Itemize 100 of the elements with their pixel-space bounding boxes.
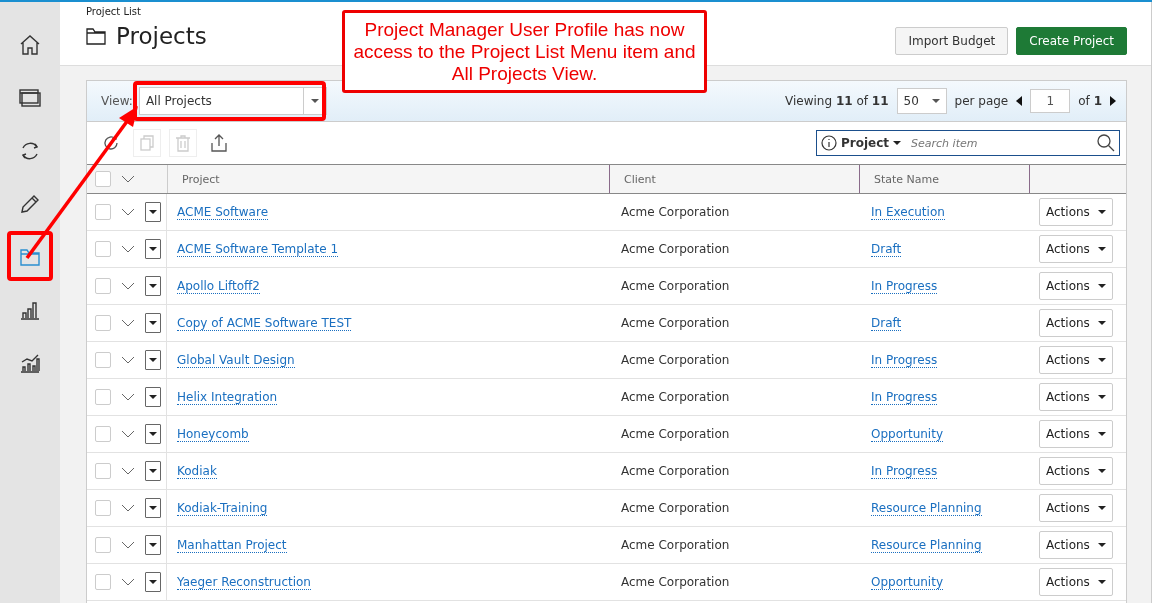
chevron-down-icon[interactable] xyxy=(121,578,135,586)
chevron-down-icon[interactable] xyxy=(121,356,135,364)
row-checkbox[interactable] xyxy=(95,241,111,257)
project-link[interactable]: ACME Software Template 1 xyxy=(177,241,339,257)
breadcrumb[interactable]: Project List xyxy=(86,6,207,17)
row-checkbox[interactable] xyxy=(95,352,111,368)
next-page-icon[interactable] xyxy=(1110,96,1116,106)
state-link[interactable]: Draft xyxy=(871,315,902,331)
chevron-down-icon[interactable] xyxy=(121,319,135,327)
state-link[interactable]: In Progress xyxy=(871,389,938,405)
row-menu-button[interactable] xyxy=(145,313,161,333)
row-menu-button[interactable] xyxy=(145,350,161,370)
actions-dropdown[interactable]: Actions xyxy=(1039,272,1113,300)
project-link[interactable]: Apollo Liftoff2 xyxy=(177,278,260,294)
actions-dropdown[interactable]: Actions xyxy=(1039,383,1113,411)
project-link[interactable]: Copy of ACME Software TEST xyxy=(177,315,352,331)
actions-dropdown[interactable]: Actions xyxy=(1039,457,1113,485)
state-link[interactable]: Opportunity xyxy=(871,574,943,590)
column-header[interactable]: Client xyxy=(624,172,656,186)
per-page-dropdown[interactable]: 50 xyxy=(896,88,947,114)
project-link[interactable]: Kodiak-Training xyxy=(177,500,268,516)
trash-icon xyxy=(173,133,193,153)
actions-dropdown[interactable]: Actions xyxy=(1039,198,1113,226)
chevron-down-icon[interactable] xyxy=(121,245,135,253)
state-link[interactable]: In Execution xyxy=(871,204,945,220)
row-checkbox[interactable] xyxy=(95,426,111,442)
row-checkbox[interactable] xyxy=(95,500,111,516)
import-button[interactable]: Import Budget xyxy=(895,26,1009,55)
per-page-label: per page xyxy=(954,94,1009,108)
state-link[interactable]: Draft xyxy=(871,241,902,257)
state-link[interactable]: In Progress xyxy=(871,278,938,294)
row-menu-button[interactable] xyxy=(145,239,161,259)
info-icon xyxy=(821,135,837,151)
view-dropdown[interactable]: All Projects xyxy=(138,87,327,115)
row-menu-button[interactable] xyxy=(145,498,161,518)
state-link[interactable]: In Progress xyxy=(871,463,938,479)
client-cell: Acme Corporation xyxy=(621,353,730,367)
row-checkbox[interactable] xyxy=(95,389,111,405)
state-link[interactable]: Resource Planning xyxy=(871,537,982,553)
row-checkbox[interactable] xyxy=(95,463,111,479)
create-button[interactable]: Create Project xyxy=(1016,26,1127,55)
project-link[interactable]: ACME Software xyxy=(177,204,269,220)
chevron-down-icon[interactable] xyxy=(121,467,135,475)
client-cell: Acme Corporation xyxy=(621,390,730,404)
upload-icon xyxy=(209,133,229,153)
actions-dropdown[interactable]: Actions xyxy=(1039,568,1113,596)
row-menu-button[interactable] xyxy=(145,202,161,222)
folder-icon xyxy=(86,27,106,45)
chevron-down-icon[interactable] xyxy=(121,541,135,549)
actions-dropdown[interactable]: Actions xyxy=(1039,235,1113,263)
project-link[interactable]: Global Vault Design xyxy=(177,352,295,368)
search-field[interactable]: Project Search item xyxy=(816,130,1120,156)
actions-dropdown[interactable]: Actions xyxy=(1039,494,1113,522)
client-cell: Acme Corporation xyxy=(621,279,730,293)
project-link[interactable]: Yaeger Reconstruction xyxy=(177,574,311,590)
chevron-down-icon[interactable] xyxy=(121,393,135,401)
previous-page-icon[interactable] xyxy=(1016,96,1023,106)
row-menu-button[interactable] xyxy=(145,387,161,407)
actions-dropdown[interactable]: Actions xyxy=(1039,346,1113,374)
search-scope[interactable]: Project xyxy=(841,136,890,150)
column-header[interactable]: Project xyxy=(182,172,220,186)
chevron-down-icon[interactable] xyxy=(121,208,135,216)
row-checkbox[interactable] xyxy=(95,574,111,590)
row-menu-button[interactable] xyxy=(145,461,161,481)
chevron-down-icon[interactable] xyxy=(121,175,135,183)
row-menu-button[interactable] xyxy=(145,535,161,555)
chevron-down-icon[interactable] xyxy=(121,504,135,512)
row-menu-button[interactable] xyxy=(145,276,161,296)
copy-icon xyxy=(137,133,157,153)
select-all-checkbox[interactable] xyxy=(95,171,111,187)
chevron-down-icon[interactable] xyxy=(121,282,135,290)
project-link[interactable]: Manhattan Project xyxy=(177,537,287,553)
page-input[interactable]: 1 xyxy=(1030,89,1071,113)
client-cell: Acme Corporation xyxy=(621,316,730,330)
column-header[interactable]: State Name xyxy=(874,172,940,186)
actions-dropdown[interactable]: Actions xyxy=(1039,531,1113,559)
refresh-icon xyxy=(101,133,121,153)
row-checkbox[interactable] xyxy=(95,537,111,553)
chevron-down-icon[interactable] xyxy=(121,430,135,438)
annotation-callout: Project Manager User Profile has now access to the Project List Menu item and All Projects View. xyxy=(342,10,707,93)
row-checkbox[interactable] xyxy=(95,315,111,331)
home-icon xyxy=(18,33,42,57)
search-icon[interactable] xyxy=(1097,134,1115,152)
project-link[interactable]: Honeycomb xyxy=(177,426,249,442)
row-menu-button[interactable] xyxy=(145,572,161,592)
row-menu-button[interactable] xyxy=(145,424,161,444)
viewing-count: Viewing 11 of 11 xyxy=(785,94,889,108)
row-checkbox[interactable] xyxy=(95,278,111,294)
client-cell: Acme Corporation xyxy=(621,538,730,552)
state-link[interactable]: In Progress xyxy=(871,352,938,368)
page-total: of 1 xyxy=(1078,94,1102,108)
row-checkbox[interactable] xyxy=(95,204,111,220)
state-link[interactable]: Opportunity xyxy=(871,426,943,442)
state-link[interactable]: Resource Planning xyxy=(871,500,982,516)
project-link[interactable]: Helix Integration xyxy=(177,389,278,405)
view-label: View: xyxy=(101,94,133,108)
client-cell: Acme Corporation xyxy=(621,427,730,441)
project-link[interactable]: Kodiak xyxy=(177,463,217,479)
actions-dropdown[interactable]: Actions xyxy=(1039,420,1113,448)
actions-dropdown[interactable]: Actions xyxy=(1039,309,1113,337)
